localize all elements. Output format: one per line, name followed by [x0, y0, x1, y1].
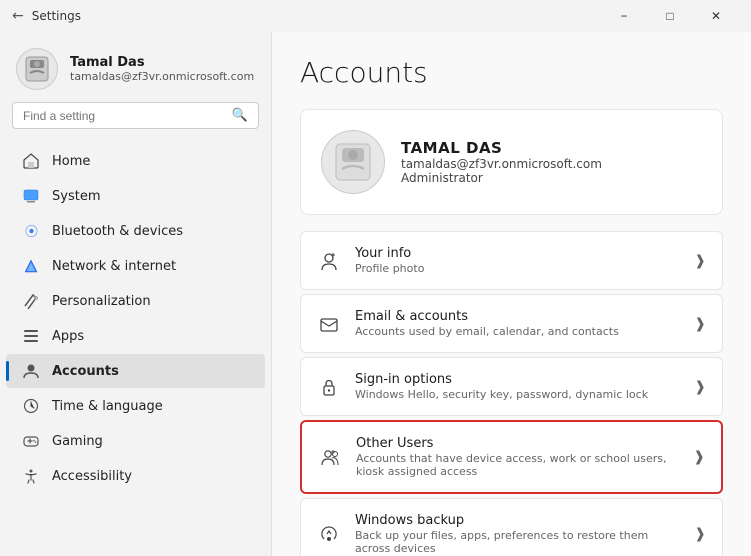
search-icon: 🔍 [232, 108, 248, 123]
other-users-icon [318, 445, 342, 469]
backup-icon [317, 522, 341, 546]
close-button[interactable]: ✕ [693, 0, 739, 32]
sidebar-item-accessibility-label: Accessibility [52, 469, 132, 484]
titlebar-controls: − □ ✕ [601, 0, 739, 32]
sidebar-item-network-label: Network & internet [52, 259, 176, 274]
sidebar-item-time[interactable]: Time & language [6, 389, 265, 423]
search-box[interactable]: 🔍 [12, 102, 259, 129]
sidebar-item-apps[interactable]: Apps [6, 319, 265, 353]
email-label: Email & accounts [355, 309, 680, 324]
system-icon [22, 187, 40, 205]
other-users-chevron: ❱ [693, 449, 705, 465]
settings-item-other-users[interactable]: Other Users Accounts that have device ac… [300, 420, 723, 494]
sidebar-item-system-label: System [52, 189, 100, 204]
profile-info: Tamal Das tamaldas@zf3vr.onmicrosoft.com [70, 55, 254, 83]
avatar [16, 48, 58, 90]
sidebar-item-accounts[interactable]: Accounts [6, 354, 265, 388]
account-header: TAMAL DAS tamaldas@zf3vr.onmicrosoft.com… [300, 109, 723, 215]
sidebar-nav: Home System ⦿ Bluetooth & devices Networ… [0, 141, 271, 556]
accounts-icon [22, 362, 40, 380]
minimize-button[interactable]: − [601, 0, 647, 32]
sidebar-item-system[interactable]: System [6, 179, 265, 213]
sidebar-item-bluetooth-label: Bluetooth & devices [52, 224, 183, 239]
account-email: tamaldas@zf3vr.onmicrosoft.com [401, 157, 602, 171]
settings-item-email[interactable]: Email & accounts Accounts used by email,… [300, 294, 723, 353]
backup-desc: Back up your files, apps, preferences to… [355, 529, 680, 555]
sidebar-item-home[interactable]: Home [6, 144, 265, 178]
profile-email: tamaldas@zf3vr.onmicrosoft.com [70, 70, 254, 83]
sidebar-item-apps-label: Apps [52, 329, 84, 344]
sidebar-item-personalization[interactable]: Personalization [6, 284, 265, 318]
your-info-desc: Profile photo [355, 262, 680, 275]
maximize-button[interactable]: □ [647, 0, 693, 32]
sidebar-search: 🔍 [0, 102, 271, 141]
personalization-icon [22, 292, 40, 310]
other-users-label: Other Users [356, 436, 679, 451]
home-icon [22, 152, 40, 170]
your-info-chevron: ❱ [694, 253, 706, 269]
account-avatar [321, 130, 385, 194]
signin-icon [317, 375, 341, 399]
sidebar-item-gaming-label: Gaming [52, 434, 103, 449]
network-icon [22, 257, 40, 275]
titlebar-left: ← Settings [12, 8, 601, 24]
signin-desc: Windows Hello, security key, password, d… [355, 388, 680, 401]
backup-chevron: ❱ [694, 526, 706, 542]
sidebar-item-gaming[interactable]: Gaming [6, 424, 265, 458]
your-info-icon [317, 249, 341, 273]
account-name: TAMAL DAS [401, 139, 602, 157]
sidebar-item-accessibility[interactable]: Accessibility [6, 459, 265, 493]
search-input[interactable] [23, 109, 224, 123]
other-users-desc: Accounts that have device access, work o… [356, 452, 679, 478]
sidebar-item-bluetooth[interactable]: ⦿ Bluetooth & devices [6, 214, 265, 248]
apps-icon [22, 327, 40, 345]
email-chevron: ❱ [694, 316, 706, 332]
page-title: Accounts [300, 56, 723, 89]
accessibility-icon [22, 467, 40, 485]
sidebar-item-home-label: Home [52, 154, 90, 169]
your-info-text: Your info Profile photo [355, 246, 680, 275]
account-role: Administrator [401, 171, 602, 185]
settings-list: Your info Profile photo ❱ Email & accoun… [300, 231, 723, 556]
signin-text: Sign-in options Windows Hello, security … [355, 372, 680, 401]
app-container: Tamal Das tamaldas@zf3vr.onmicrosoft.com… [0, 32, 751, 556]
sidebar: Tamal Das tamaldas@zf3vr.onmicrosoft.com… [0, 32, 272, 556]
sidebar-item-network[interactable]: Network & internet [6, 249, 265, 283]
sidebar-item-personalization-label: Personalization [52, 294, 151, 309]
settings-item-your-info[interactable]: Your info Profile photo ❱ [300, 231, 723, 290]
account-details: TAMAL DAS tamaldas@zf3vr.onmicrosoft.com… [401, 139, 602, 185]
signin-chevron: ❱ [694, 379, 706, 395]
email-text: Email & accounts Accounts used by email,… [355, 309, 680, 338]
backup-label: Windows backup [355, 513, 680, 528]
titlebar-title: Settings [32, 9, 81, 23]
sidebar-item-accounts-label: Accounts [52, 364, 119, 379]
profile-name: Tamal Das [70, 55, 254, 70]
other-users-text: Other Users Accounts that have device ac… [356, 436, 679, 478]
gaming-icon [22, 432, 40, 450]
svg-text:⦿: ⦿ [25, 225, 38, 239]
email-icon [317, 312, 341, 336]
signin-label: Sign-in options [355, 372, 680, 387]
bluetooth-icon: ⦿ [22, 222, 40, 240]
email-desc: Accounts used by email, calendar, and co… [355, 325, 680, 338]
sidebar-profile[interactable]: Tamal Das tamaldas@zf3vr.onmicrosoft.com [0, 32, 271, 102]
your-info-label: Your info [355, 246, 680, 261]
sidebar-item-time-label: Time & language [52, 399, 163, 414]
main-content: Accounts TAMAL DAS tamaldas@zf3vr.onmicr… [272, 32, 751, 556]
back-icon[interactable]: ← [12, 8, 24, 24]
titlebar: ← Settings − □ ✕ [0, 0, 751, 32]
backup-text: Windows backup Back up your files, apps,… [355, 513, 680, 555]
settings-item-backup[interactable]: Windows backup Back up your files, apps,… [300, 498, 723, 556]
time-icon [22, 397, 40, 415]
settings-item-signin[interactable]: Sign-in options Windows Hello, security … [300, 357, 723, 416]
